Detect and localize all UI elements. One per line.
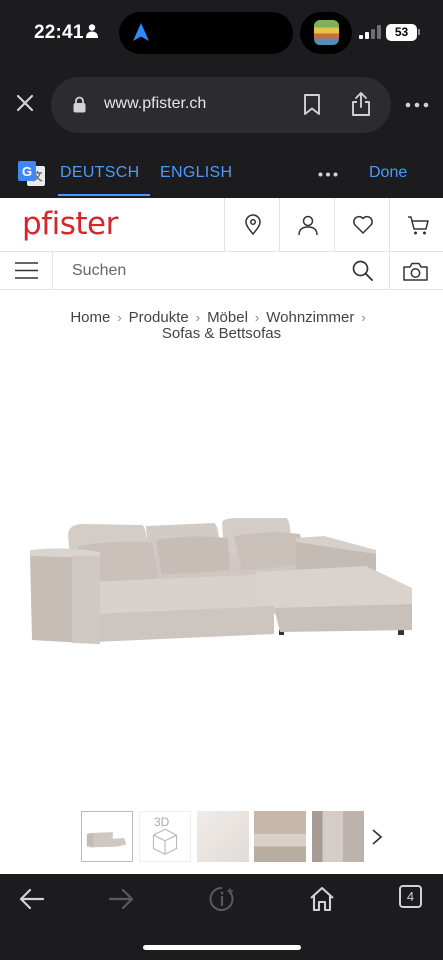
live-activity-app[interactable]: [300, 12, 352, 54]
tabs-count-button[interactable]: 4: [399, 885, 422, 908]
thumbnail-1[interactable]: [81, 811, 133, 862]
home-icon[interactable]: [308, 886, 336, 912]
search-input[interactable]: [60, 256, 330, 286]
divider: [52, 252, 53, 290]
breadcrumb-sofas[interactable]: Sofas & Bettsofas: [162, 325, 281, 342]
thumbnail-3d[interactable]: 3D: [139, 811, 191, 862]
home-indicator[interactable]: [143, 945, 301, 950]
battery-level: 53: [394, 25, 409, 39]
status-time: 22:41: [34, 22, 84, 43]
chevron-right-icon[interactable]: [371, 828, 383, 846]
browser-toolbar: 4: [0, 874, 443, 960]
chevron-right-icon: ›: [361, 310, 366, 325]
cellular-signal-icon: [359, 25, 381, 39]
language-english-tab[interactable]: ENGLISH: [160, 164, 232, 182]
web-content: pfister Suchen Home › Produkte › Möbel ›…: [0, 198, 443, 874]
wishlist-button[interactable]: [334, 198, 389, 252]
language-deutsch-tab[interactable]: DEUTSCH: [60, 164, 139, 182]
url-text: www.pfister.ch: [104, 95, 207, 112]
image-thumbnail-strip: 3D: [80, 810, 400, 862]
address-bar[interactable]: www.pfister.ch: [51, 77, 391, 133]
breadcrumb-moebel[interactable]: Möbel: [207, 309, 248, 326]
search-row: [0, 252, 443, 290]
back-arrow-icon[interactable]: [18, 886, 46, 912]
camera-search-icon[interactable]: [403, 262, 428, 281]
thumbnail-3d-label: 3D: [154, 815, 170, 829]
divider: [389, 252, 390, 290]
person-icon: [86, 24, 98, 38]
account-button[interactable]: [279, 198, 334, 252]
cart-button[interactable]: [389, 198, 443, 252]
store-locator-button[interactable]: [224, 198, 279, 252]
location-pin-icon: [245, 214, 261, 236]
status-bar: 22:41 53: [0, 0, 443, 64]
forward-arrow-icon[interactable]: [107, 886, 135, 912]
page-info-icon[interactable]: [208, 886, 236, 912]
svg-text:G: G: [22, 164, 32, 179]
bookmark-icon[interactable]: [303, 94, 321, 115]
chevron-right-icon: ›: [195, 310, 201, 325]
done-button[interactable]: Done: [369, 164, 407, 182]
translate-options-icon[interactable]: [318, 172, 338, 177]
thumbnail-5[interactable]: [312, 811, 364, 862]
search-icon[interactable]: [352, 260, 373, 281]
breadcrumb-wohnzimmer[interactable]: Wohnzimmer: [266, 309, 354, 326]
heart-icon: [353, 215, 373, 234]
google-translate-icon: G: [18, 161, 45, 186]
site-header: pfister: [0, 198, 443, 252]
browser-address-row: www.pfister.ch: [0, 64, 443, 146]
battery-cap: [418, 29, 420, 35]
dynamic-island[interactable]: [119, 12, 293, 54]
thumbnail-3[interactable]: [197, 811, 249, 862]
browser-screen: 22:41 53 www.pfister.ch G DEUTSCH ENGLIS…: [0, 0, 443, 960]
app-thumbnail-icon: [314, 20, 339, 45]
chevron-right-icon: ›: [254, 310, 260, 325]
sofa-thumbnail-icon: [86, 832, 127, 848]
product-image-sofa[interactable]: [24, 516, 420, 656]
pfister-logo[interactable]: pfister: [22, 206, 118, 242]
breadcrumb-home[interactable]: Home: [70, 309, 110, 326]
shopping-cart-icon: [408, 216, 429, 235]
hamburger-menu-icon[interactable]: [15, 261, 38, 280]
user-icon: [298, 215, 318, 236]
navigation-arrow-icon: [133, 23, 149, 41]
selected-language-underline: [58, 194, 150, 196]
more-options-icon[interactable]: [405, 101, 429, 109]
breadcrumb-produkte[interactable]: Produkte: [129, 309, 189, 326]
translate-bar: G DEUTSCH ENGLISH Done: [0, 146, 443, 198]
close-icon[interactable]: [14, 92, 36, 114]
breadcrumb: Home › Produkte › Möbel › Wohnzimmer › Sofas & B…: [30, 310, 413, 342]
share-icon[interactable]: [350, 91, 372, 117]
chevron-right-icon: ›: [117, 310, 122, 325]
battery-indicator: 53: [386, 24, 420, 41]
lock-icon: [73, 96, 86, 113]
thumbnail-4[interactable]: [254, 811, 306, 862]
